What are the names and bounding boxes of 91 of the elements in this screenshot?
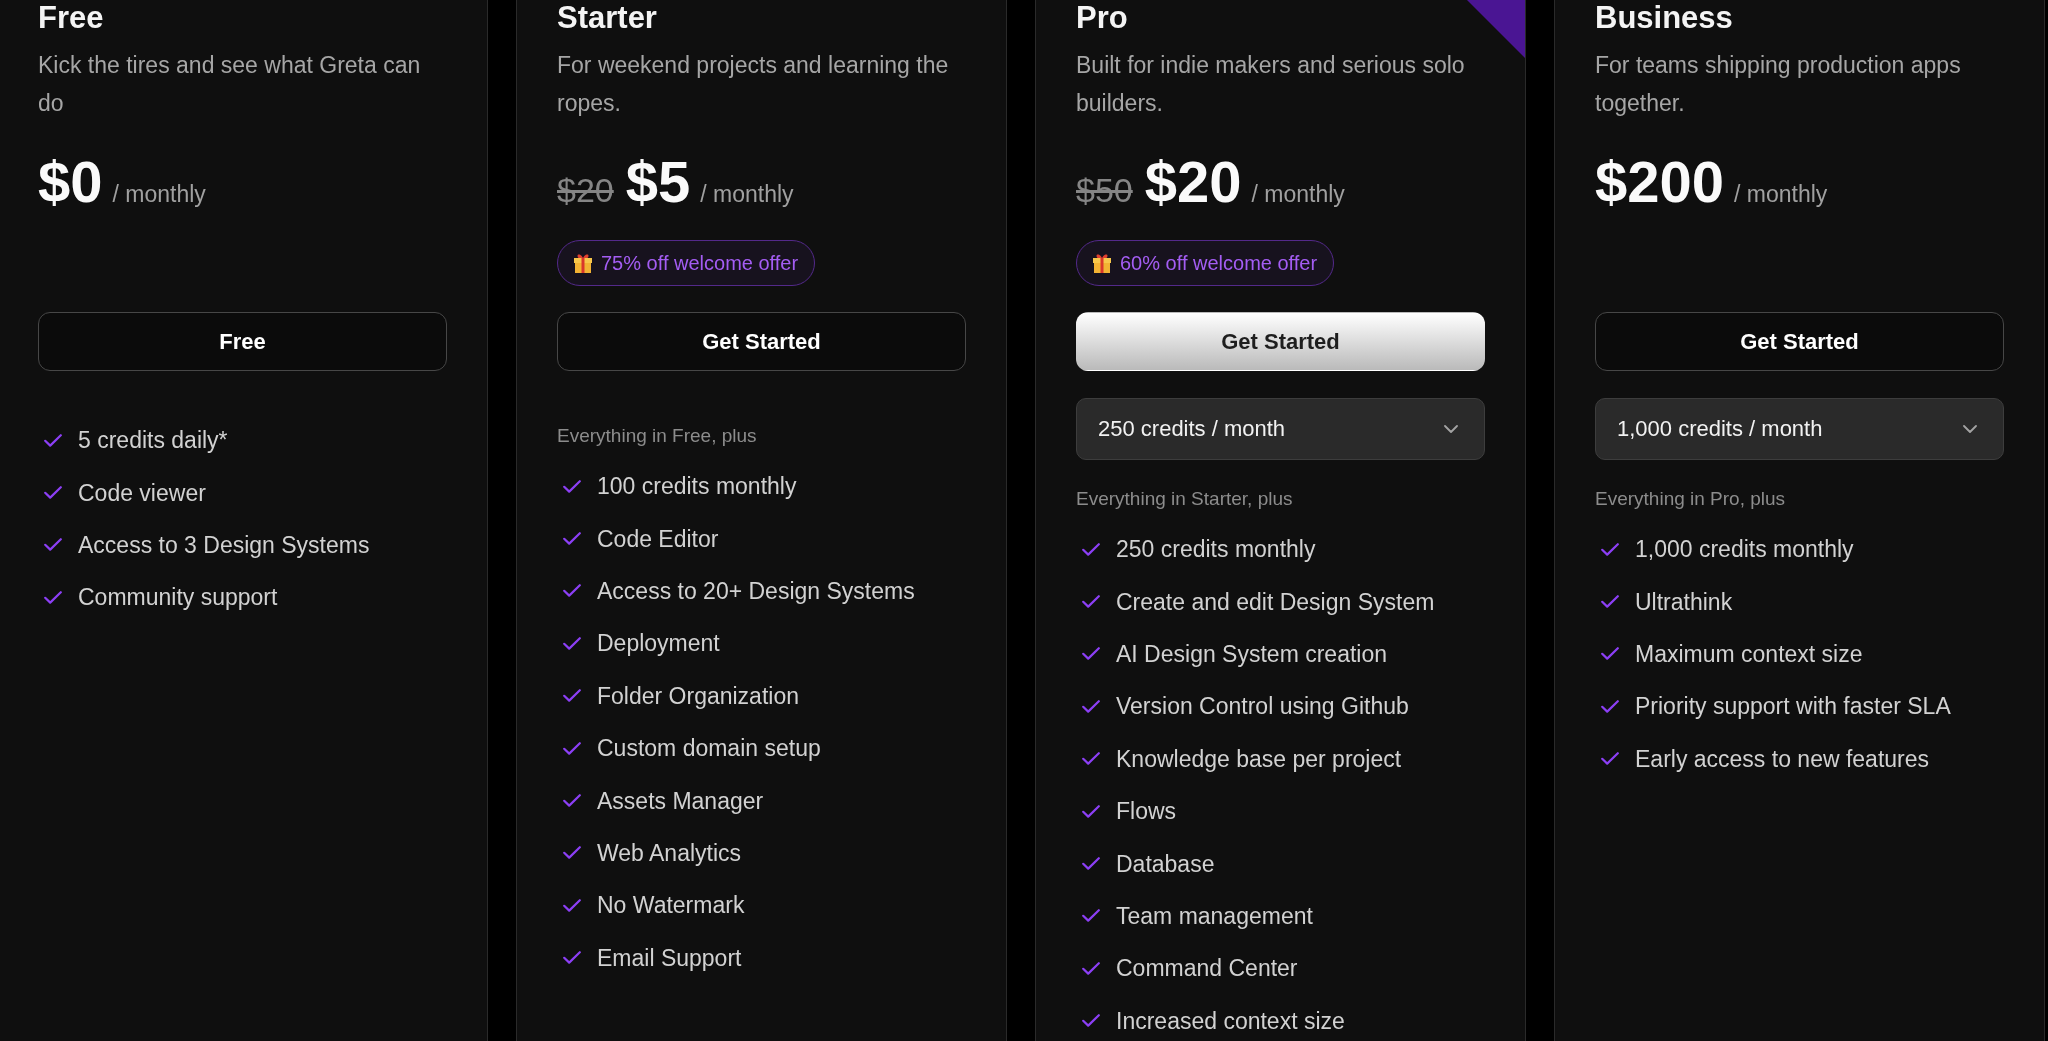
chevron-icon: [1963, 425, 1977, 433]
check-icon: [1601, 647, 1619, 661]
plan-description: For teams shipping production apps together.: [1595, 51, 1962, 118]
credits-dropdown[interactable]: 1,000 credits / month: [1595, 398, 2004, 460]
price-amount: $200: [1595, 153, 1725, 211]
check-icon: [1601, 595, 1619, 609]
check-icon: [1082, 595, 1100, 609]
feature-text: Assets Manager: [597, 786, 764, 815]
check-icon: [44, 590, 62, 604]
check-icon: [44, 433, 62, 447]
feature-text: 5 credits daily*: [78, 426, 228, 455]
feature-text: Access to 20+ Design Systems: [597, 576, 915, 605]
feature-text: Version Control using Github: [1116, 692, 1409, 721]
check-icon: [44, 486, 62, 500]
check-icon: [563, 846, 581, 860]
feature-text: Increased context size: [1116, 1006, 1345, 1035]
includes-label: Everything in Free, plus: [557, 424, 757, 448]
feature-text: Ultrathink: [1635, 587, 1733, 616]
plan-description: For weekend projects and learning the ropes.: [557, 51, 950, 118]
feature-text: Flows: [1116, 797, 1177, 826]
offer-text: 75% off welcome offer: [601, 251, 799, 275]
feature-text: Database: [1116, 849, 1215, 878]
price-amount: $5: [625, 153, 691, 211]
feature-text: Code viewer: [78, 478, 206, 507]
plan-title: Starter: [557, 0, 657, 36]
gift-icon: [572, 252, 594, 274]
feature-text: Deployment: [597, 629, 720, 658]
check-icon: [563, 532, 581, 546]
check-icon: [1082, 699, 1100, 713]
price-period: / monthly: [700, 180, 794, 208]
feature-text: 1,000 credits monthly: [1635, 535, 1854, 564]
feature-text: 100 credits monthly: [597, 472, 797, 501]
feature-text: Priority support with faster SLA: [1635, 692, 1951, 721]
check-icon: [1082, 804, 1100, 818]
plan-description: Kick the tires and see what Greta can do: [38, 51, 422, 118]
gift-icon: [1091, 252, 1113, 274]
check-icon: [563, 898, 581, 912]
check-icon: [1601, 542, 1619, 556]
feature-text: Maximum context size: [1635, 639, 1863, 668]
check-icon: [1601, 752, 1619, 766]
plan-description: Built for indie makers and serious solo builders.: [1076, 51, 1466, 118]
price-amount: $20: [1144, 153, 1242, 211]
check-icon: [1082, 1014, 1100, 1028]
feature-text: Code Editor: [597, 524, 719, 553]
original-price: $20: [557, 170, 614, 210]
original-price: $50: [1076, 170, 1133, 210]
check-icon: [1601, 699, 1619, 713]
plan-button[interactable]: Get Started: [1076, 312, 1485, 371]
plan-title: Free: [38, 0, 104, 36]
check-icon: [563, 741, 581, 755]
check-icon: [563, 794, 581, 808]
feature-text: Community support: [78, 583, 278, 612]
check-icon: [563, 689, 581, 703]
check-icon: [563, 584, 581, 598]
feature-text: Web Analytics: [597, 838, 742, 867]
plan-title: Pro: [1076, 0, 1128, 36]
feature-text: Custom domain setup: [597, 734, 821, 763]
feature-text: No Watermark: [597, 891, 745, 920]
check-icon: [1082, 647, 1100, 661]
check-icon: [1082, 857, 1100, 871]
plan-button[interactable]: Free: [38, 312, 447, 371]
credits-dropdown[interactable]: 250 credits / month: [1076, 398, 1485, 460]
check-icon: [563, 479, 581, 493]
offer-text: 60% off welcome offer: [1120, 251, 1318, 275]
feature-text: Command Center: [1116, 954, 1298, 983]
feature-text: AI Design System creation: [1116, 639, 1387, 668]
check-icon: [1082, 542, 1100, 556]
check-icon: [44, 538, 62, 552]
check-icon: [563, 951, 581, 965]
price-period: / monthly: [112, 180, 206, 208]
price-period: / monthly: [1734, 180, 1828, 208]
check-icon: [1082, 752, 1100, 766]
feature-text: Knowledge base per project: [1116, 744, 1402, 773]
chevron-icon: [1444, 425, 1458, 433]
includes-label: Everything in Starter, plus: [1076, 487, 1293, 511]
price-amount: $0: [38, 153, 103, 211]
check-icon: [563, 636, 581, 650]
price-period: / monthly: [1251, 180, 1345, 208]
plan-button[interactable]: Get Started: [557, 312, 966, 371]
check-icon: [1082, 909, 1100, 923]
includes-label: Everything in Pro, plus: [1595, 487, 1786, 511]
plan-button[interactable]: Get Started: [1595, 312, 2004, 371]
feature-text: Email Support: [597, 943, 742, 972]
feature-text: Team management: [1116, 901, 1313, 930]
feature-text: Access to 3 Design Systems: [78, 530, 370, 559]
check-icon: [1082, 961, 1100, 975]
feature-text: 250 credits monthly: [1116, 535, 1316, 564]
feature-text: Folder Organization: [597, 681, 799, 710]
feature-text: Early access to new features: [1635, 744, 1930, 773]
feature-text: Create and edit Design System: [1116, 587, 1435, 616]
plan-title: Business: [1595, 0, 1733, 36]
